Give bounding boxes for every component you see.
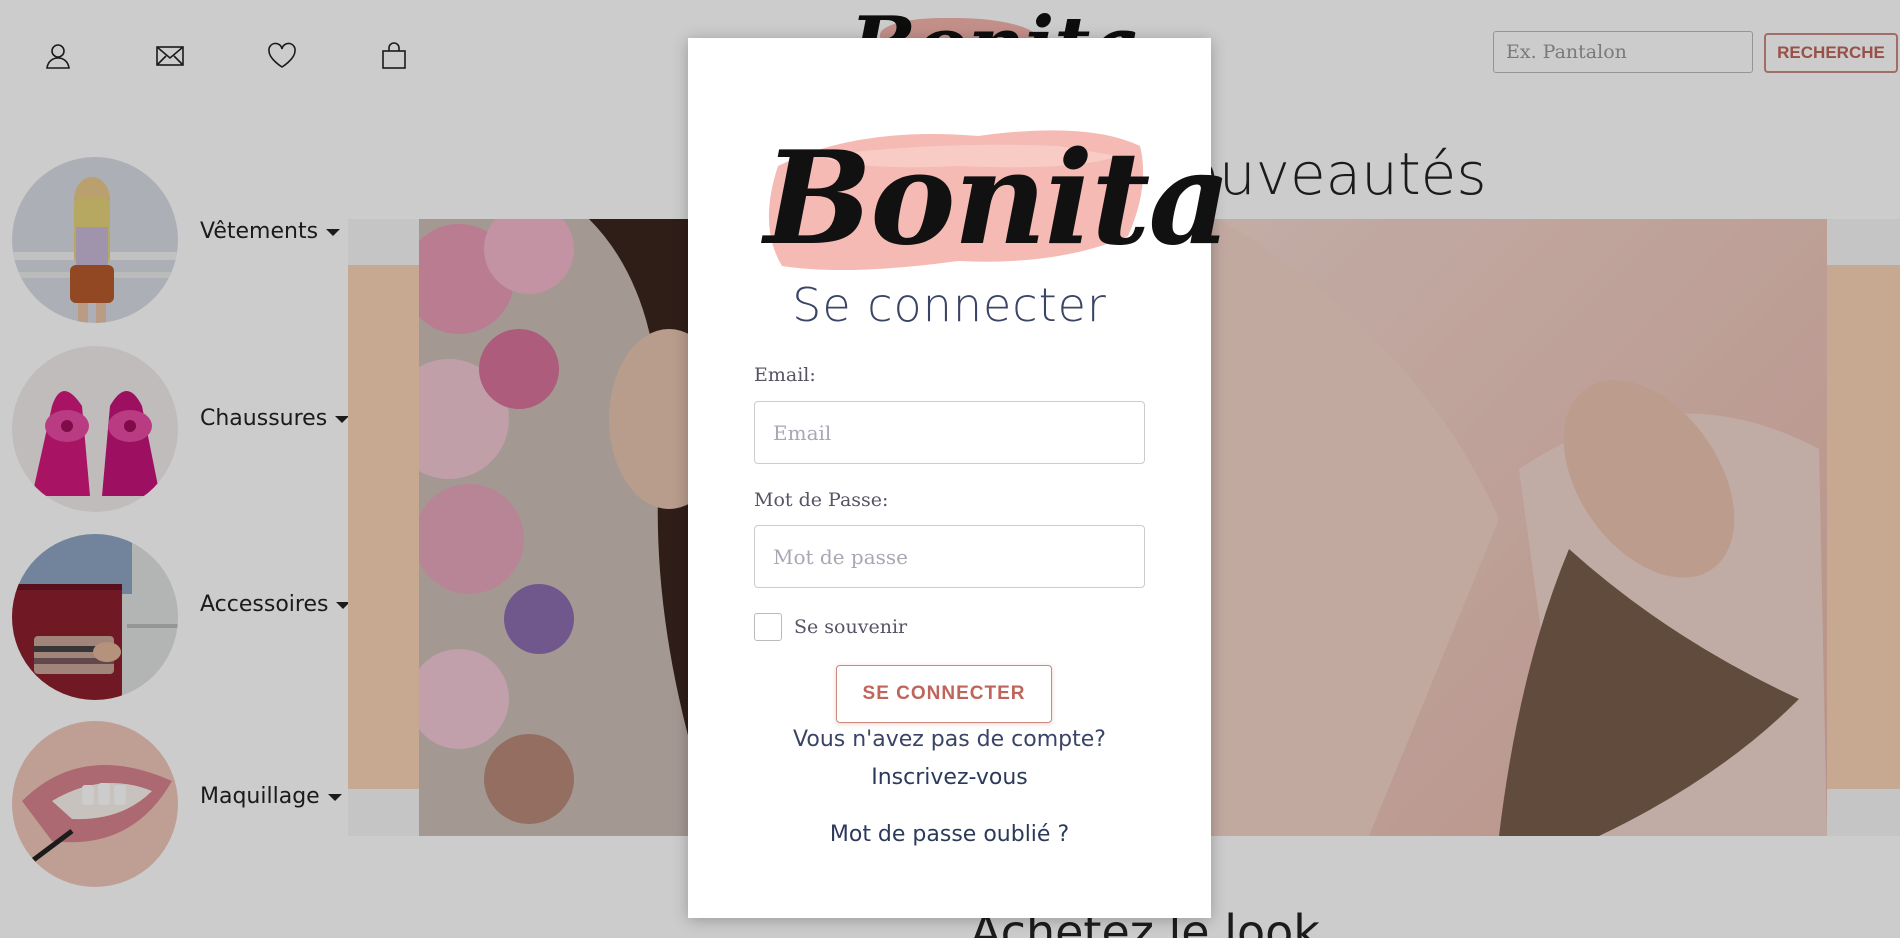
password-field[interactable] xyxy=(754,525,1145,588)
forgot-password-link[interactable]: Mot de passe oublié ? xyxy=(688,822,1211,847)
login-submit-button[interactable]: SE CONNECTER xyxy=(836,665,1052,723)
password-label: Mot de Passe: xyxy=(754,489,889,511)
email-label: Email: xyxy=(754,364,816,386)
login-modal: Bonita Se connecter Email: Mot de Passe:… xyxy=(688,38,1231,918)
remember-me-checkbox[interactable] xyxy=(754,613,782,641)
modal-title: Se connecter xyxy=(792,278,1107,332)
modal-logo-text: Bonita xyxy=(764,124,1231,274)
no-account-text: Vous n'avez pas de compte? xyxy=(793,727,1106,752)
register-link[interactable]: Inscrivez-vous xyxy=(688,765,1211,790)
remember-me-label[interactable]: Se souvenir xyxy=(794,616,907,638)
remember-me-row: Se souvenir xyxy=(754,613,907,641)
email-field[interactable] xyxy=(754,401,1145,464)
